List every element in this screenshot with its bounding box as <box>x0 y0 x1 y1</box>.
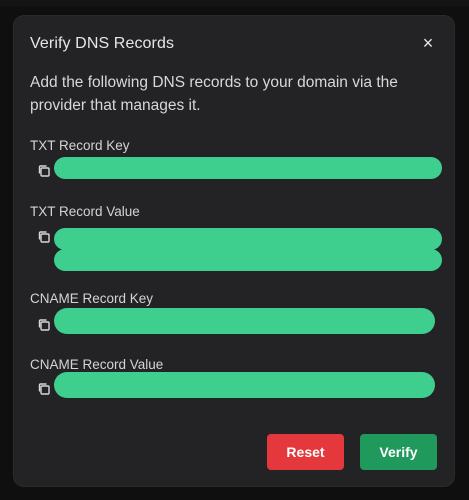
txt-record-value-line-2 <box>54 249 442 271</box>
cname-record-key-value <box>54 308 435 334</box>
verify-dns-dialog: Verify DNS Records × Add the following D… <box>14 16 454 486</box>
cname-record-key-label: CNAME Record Key <box>30 291 154 306</box>
txt-record-key-value <box>54 157 442 179</box>
copy-icon[interactable] <box>37 382 51 396</box>
background-strip <box>0 0 469 6</box>
dialog-title: Verify DNS Records <box>30 35 175 52</box>
copy-icon[interactable] <box>37 230 51 244</box>
txt-record-value-label: TXT Record Value <box>30 204 140 219</box>
close-icon[interactable]: × <box>418 33 438 53</box>
txt-record-key-label: TXT Record Key <box>30 138 130 153</box>
verify-button[interactable]: Verify <box>360 434 437 470</box>
copy-icon[interactable] <box>37 318 51 332</box>
reset-button[interactable]: Reset <box>267 434 344 470</box>
cname-record-value-value <box>54 372 435 398</box>
dialog-description: Add the following DNS records to your do… <box>30 74 398 114</box>
cname-record-value-label: CNAME Record Value <box>30 357 164 372</box>
copy-icon[interactable] <box>37 164 51 178</box>
txt-record-value-line-1 <box>54 228 442 250</box>
